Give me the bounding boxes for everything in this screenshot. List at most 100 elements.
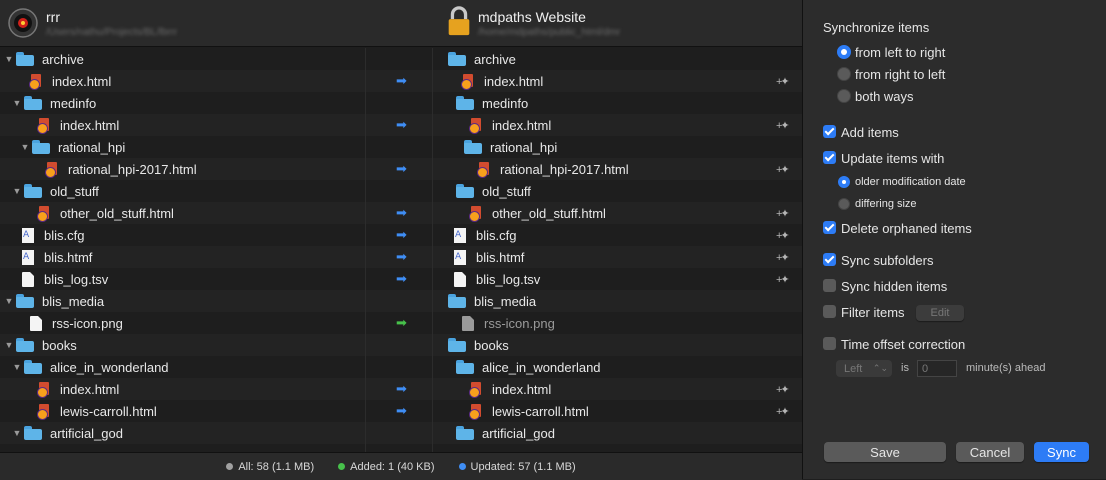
right-location[interactable]: mdpaths Website /home/mdpaths/public_htm… [432, 0, 802, 46]
update-arrow-icon[interactable]: ➡ [396, 268, 407, 290]
left-item-cell[interactable]: ▼ archive [4, 48, 84, 70]
left-item-cell[interactable]: index.html [36, 114, 119, 136]
left-item-cell[interactable]: ▼ artificial_god [12, 422, 123, 444]
folder-row[interactable]: ▼ books books [0, 334, 802, 356]
left-item-cell[interactable]: index.html [28, 70, 111, 92]
file-row[interactable]: index.html index.html ➡ +✦ [0, 114, 802, 136]
left-item-cell[interactable]: rss-icon.png [28, 312, 123, 334]
right-item-cell[interactable]: books [436, 334, 509, 356]
update-arrow-icon[interactable]: ➡ [396, 224, 407, 246]
folder-row[interactable]: ▼ artificial_god artificial_god [0, 422, 802, 444]
file-row[interactable]: index.html index.html ➡ +✦ [0, 378, 802, 400]
filter-items-checkbox[interactable] [823, 305, 836, 318]
right-item-cell[interactable]: index.html [460, 70, 543, 92]
older-mod-date-label[interactable]: older modification date [855, 176, 966, 188]
folder-row[interactable]: ▼ archive archive [0, 48, 802, 70]
right-item-cell[interactable]: rational_hpi [452, 136, 557, 158]
left-item-cell[interactable]: ▼ books [4, 334, 77, 356]
left-to-right-label[interactable]: from left to right [855, 45, 945, 60]
left-item-cell[interactable]: lewis-carroll.html [36, 400, 157, 422]
delete-orphaned-label[interactable]: Delete orphaned items [841, 221, 972, 236]
right-item-cell[interactable]: blis_media [436, 290, 536, 312]
left-item-cell[interactable]: ▼ alice_in_wonderland [12, 356, 169, 378]
file-row[interactable]: blis.cfg blis.cfg ➡ +✦ [0, 224, 802, 246]
right-item-cell[interactable]: artificial_god [444, 422, 555, 444]
update-items-checkbox[interactable] [823, 151, 836, 164]
left-location[interactable]: rrr /Users/nathu/Projects/BL/lbrrr [0, 0, 418, 46]
right-item-cell[interactable]: rss-icon.png [460, 312, 555, 334]
disclosure-triangle-icon[interactable]: ▼ [4, 340, 14, 350]
update-arrow-icon[interactable]: ➡ [396, 400, 407, 422]
time-offset-checkbox[interactable] [823, 337, 836, 350]
right-item-cell[interactable]: rational_hpi-2017.html [476, 158, 629, 180]
file-row[interactable]: blis_log.tsv blis_log.tsv ➡ +✦ [0, 268, 802, 290]
right-item-cell[interactable]: index.html [468, 114, 551, 136]
left-item-cell[interactable]: ▼ medinfo [12, 92, 97, 114]
right-item-cell[interactable]: blis_log.tsv [452, 268, 540, 290]
left-item-cell[interactable]: index.html [36, 378, 119, 400]
file-row[interactable]: index.html index.html ➡ +✦ [0, 70, 802, 92]
folder-row[interactable]: ▼ medinfo medinfo [0, 92, 802, 114]
offset-minutes-field[interactable]: 0 [917, 360, 957, 377]
sync-subfolders-label[interactable]: Sync subfolders [841, 253, 934, 268]
disclosure-triangle-icon[interactable]: ▼ [4, 296, 14, 306]
left-item-cell[interactable]: rational_hpi-2017.html [44, 158, 197, 180]
edit-filter-button[interactable]: Edit [916, 305, 964, 321]
right-item-cell[interactable]: medinfo [444, 92, 528, 114]
right-item-cell[interactable]: archive [436, 48, 516, 70]
update-arrow-icon[interactable]: ➡ [396, 158, 407, 180]
right-to-left-label[interactable]: from right to left [855, 67, 945, 82]
disclosure-triangle-icon[interactable]: ▼ [4, 54, 14, 64]
left-to-right-radio[interactable] [837, 45, 851, 59]
older-mod-date-radio[interactable] [838, 176, 850, 188]
file-row[interactable]: rational_hpi-2017.html rational_hpi-2017.… [0, 158, 802, 180]
left-item-cell[interactable]: ▼ rational_hpi [20, 136, 126, 158]
right-item-cell[interactable]: alice_in_wonderland [444, 356, 601, 378]
sync-subfolders-checkbox[interactable] [823, 253, 836, 266]
add-items-label[interactable]: Add items [841, 125, 899, 140]
right-item-cell[interactable]: blis.cfg [452, 224, 516, 246]
update-arrow-icon[interactable]: ➡ [396, 246, 407, 268]
offset-side-select[interactable]: Left ⌃⌄ [836, 360, 892, 377]
folder-row[interactable]: ▼ blis_media blis_media [0, 290, 802, 312]
disclosure-triangle-icon[interactable]: ▼ [12, 362, 22, 372]
sync-hidden-label[interactable]: Sync hidden items [841, 279, 947, 294]
left-item-cell[interactable]: blis.cfg [20, 224, 84, 246]
both-ways-label[interactable]: both ways [855, 89, 914, 104]
file-row[interactable]: blis.htmf blis.htmf ➡ +✦ [0, 246, 802, 268]
folder-row[interactable]: ▼ rational_hpi rational_hpi [0, 136, 802, 158]
left-item-cell[interactable]: ▼ blis_media [4, 290, 105, 312]
differing-size-label[interactable]: differing size [855, 198, 917, 210]
add-arrow-icon[interactable]: ➡ [396, 312, 407, 334]
disclosure-triangle-icon[interactable]: ▼ [12, 428, 22, 438]
update-arrow-icon[interactable]: ➡ [396, 378, 407, 400]
file-row[interactable]: lewis-carroll.html lewis-carroll.html ➡ +✦ [0, 400, 802, 422]
update-arrow-icon[interactable]: ➡ [396, 114, 407, 136]
disclosure-triangle-icon[interactable]: ▼ [12, 186, 22, 196]
update-items-label[interactable]: Update items with [841, 151, 944, 166]
file-row[interactable]: rss-icon.png rss-icon.png ➡ [0, 312, 802, 334]
delete-orphaned-checkbox[interactable] [823, 221, 836, 234]
folder-row[interactable]: ▼ alice_in_wonderland alice_in_wonderland [0, 356, 802, 378]
file-comparison-list[interactable]: ▼ archive archive index.html index.html ➡ +✦ ▼ m… [0, 48, 802, 452]
right-item-cell[interactable]: old_stuff [444, 180, 531, 202]
right-item-cell[interactable]: blis.htmf [452, 246, 524, 268]
cancel-button[interactable]: Cancel [956, 442, 1024, 462]
time-offset-label[interactable]: Time offset correction [841, 337, 965, 352]
file-row[interactable]: other_old_stuff.html other_old_stuff.html… [0, 202, 802, 224]
update-arrow-icon[interactable]: ➡ [396, 70, 407, 92]
save-button[interactable]: Save [824, 442, 946, 462]
add-items-checkbox[interactable] [823, 125, 836, 138]
both-ways-radio[interactable] [837, 89, 851, 103]
disclosure-triangle-icon[interactable]: ▼ [20, 142, 30, 152]
left-item-cell[interactable]: other_old_stuff.html [36, 202, 174, 224]
disclosure-triangle-icon[interactable]: ▼ [12, 98, 22, 108]
right-to-left-radio[interactable] [837, 67, 851, 81]
left-item-cell[interactable]: ▼ old_stuff [12, 180, 99, 202]
right-item-cell[interactable]: other_old_stuff.html [468, 202, 606, 224]
left-item-cell[interactable]: blis_log.tsv [20, 268, 108, 290]
filter-items-label[interactable]: Filter items [841, 305, 905, 320]
sync-button[interactable]: Sync [1034, 442, 1089, 462]
sync-hidden-checkbox[interactable] [823, 279, 836, 292]
right-item-cell[interactable]: lewis-carroll.html [468, 400, 589, 422]
